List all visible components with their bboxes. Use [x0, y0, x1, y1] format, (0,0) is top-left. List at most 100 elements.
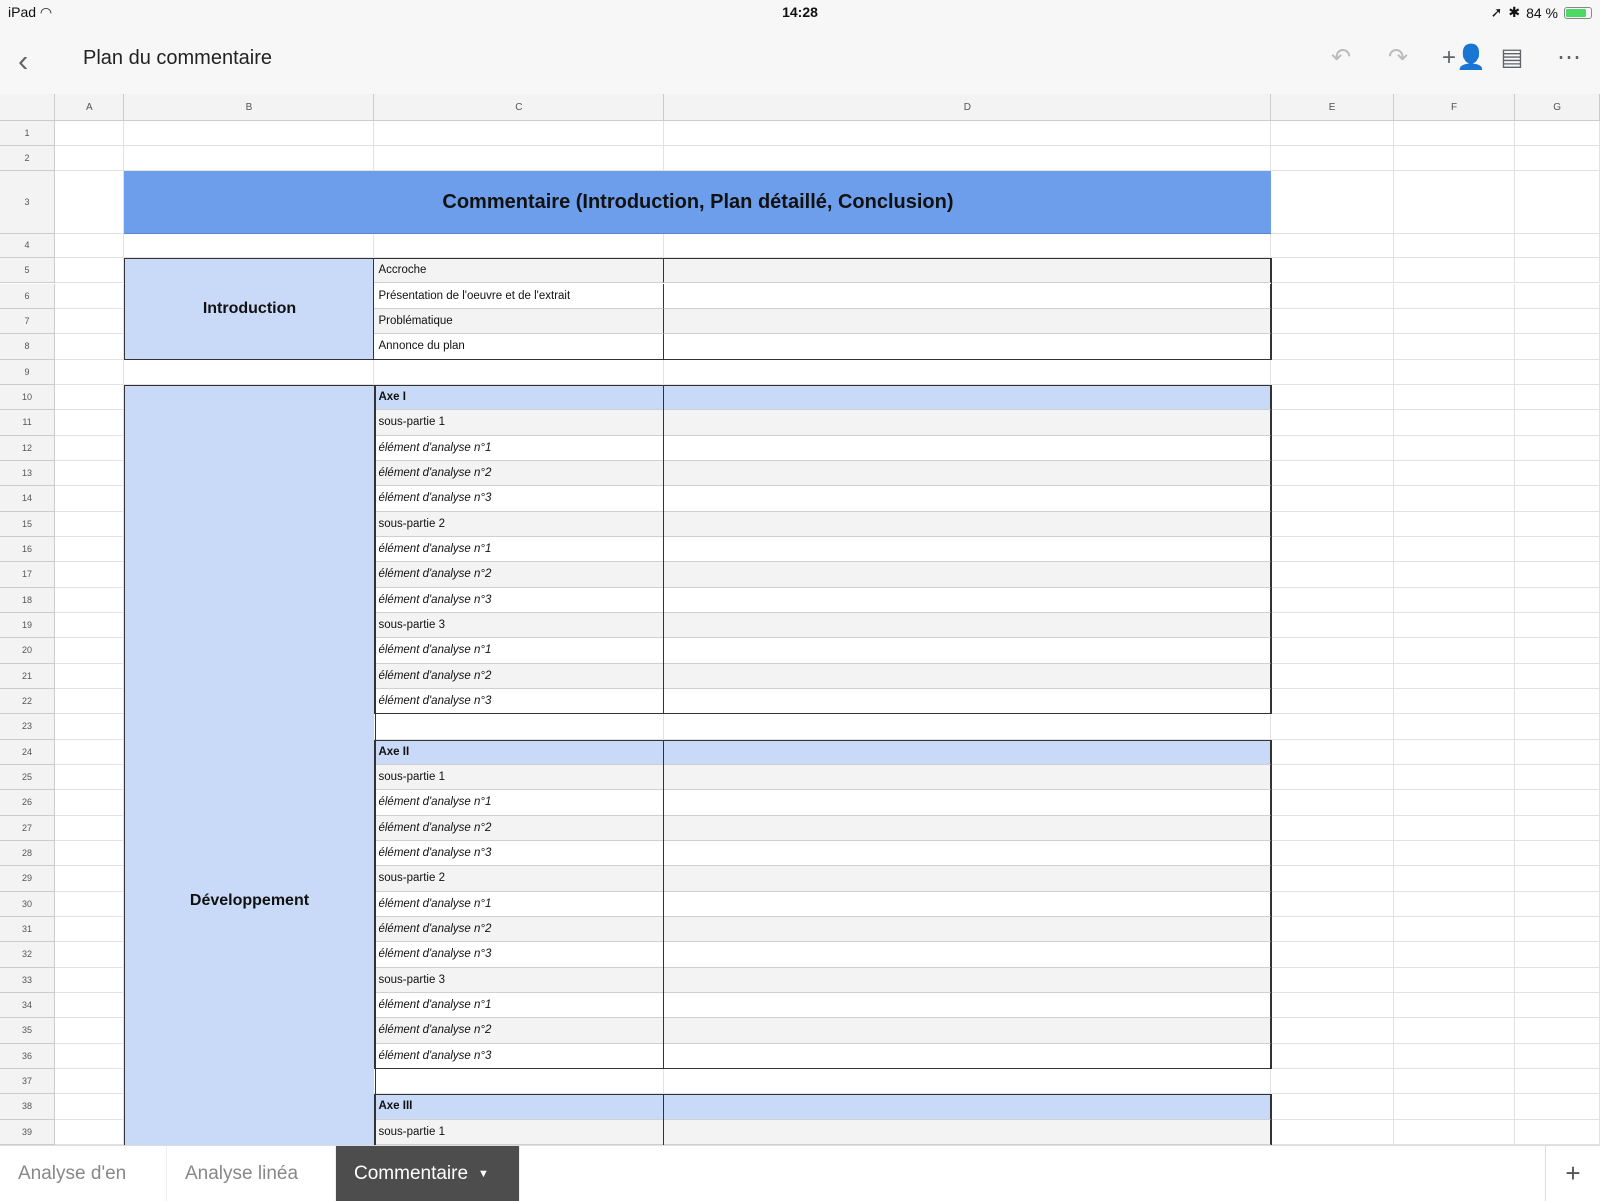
cell-e33[interactable]	[1271, 967, 1394, 993]
cell-f4[interactable]	[1393, 233, 1516, 259]
cell-g14[interactable]	[1515, 486, 1600, 512]
cell-c39[interactable]: sous-partie 1	[374, 1119, 665, 1145]
cell-e23[interactable]	[1271, 714, 1394, 740]
cell-g11[interactable]	[1515, 410, 1600, 436]
cell-a6[interactable]	[55, 283, 125, 309]
cell-a10[interactable]	[55, 384, 125, 411]
cell-d29[interactable]	[664, 866, 1272, 892]
cell-f29[interactable]	[1393, 866, 1516, 892]
cell-a4[interactable]	[55, 233, 125, 259]
document-title[interactable]: Plan du commentaire	[83, 47, 272, 70]
comment-icon[interactable]: ▤	[1499, 43, 1525, 72]
cell-g27[interactable]	[1515, 815, 1600, 841]
cell-c26[interactable]: élément d'analyse n°1	[374, 790, 665, 816]
cell-g8[interactable]	[1515, 334, 1600, 360]
row-header-18[interactable]: 18	[0, 587, 56, 613]
cell-a13[interactable]	[55, 460, 125, 487]
cell-e19[interactable]	[1271, 612, 1394, 639]
cell-c33[interactable]: sous-partie 3	[374, 967, 665, 993]
cell-c37[interactable]	[374, 1068, 665, 1095]
cell-g6[interactable]	[1515, 283, 1600, 309]
cell-f7[interactable]	[1393, 308, 1516, 335]
cell-c23[interactable]	[374, 714, 665, 740]
cell-d23[interactable]	[664, 714, 1272, 740]
cell-a23[interactable]	[55, 714, 125, 740]
cell-c15[interactable]: sous-partie 2	[374, 511, 665, 537]
cell-e22[interactable]	[1271, 688, 1394, 715]
cell-d21[interactable]	[664, 663, 1272, 689]
row-header-2[interactable]: 2	[0, 145, 56, 172]
cell-g23[interactable]	[1515, 714, 1600, 740]
row-header-8[interactable]: 8	[0, 334, 56, 360]
cell-a33[interactable]	[55, 967, 125, 993]
cell-g35[interactable]	[1515, 1018, 1600, 1044]
cell-a36[interactable]	[55, 1043, 125, 1069]
cell-d39[interactable]	[664, 1119, 1272, 1145]
row-header-12[interactable]: 12	[0, 435, 56, 461]
row-header-29[interactable]: 29	[0, 866, 56, 892]
column-header-d[interactable]: D	[664, 93, 1272, 122]
cell-f8[interactable]	[1393, 334, 1516, 360]
cell-d5[interactable]	[664, 258, 1272, 284]
cell-d18[interactable]	[664, 587, 1272, 613]
cell-g31[interactable]	[1515, 916, 1600, 943]
cell-c4[interactable]	[374, 233, 665, 259]
cell-e15[interactable]	[1271, 511, 1394, 537]
cell-a5[interactable]	[55, 258, 125, 284]
cell-a39[interactable]	[55, 1119, 125, 1145]
cell-g7[interactable]	[1515, 308, 1600, 335]
column-header-f[interactable]: F	[1393, 93, 1516, 122]
cell-g26[interactable]	[1515, 790, 1600, 816]
cell-a30[interactable]	[55, 891, 125, 917]
cell-g19[interactable]	[1515, 612, 1600, 639]
dropdown-arrow-icon[interactable]: ▼	[478, 1168, 489, 1180]
cell-c30[interactable]: élément d'analyse n°1	[374, 891, 665, 917]
cell-c22[interactable]: élément d'analyse n°3	[374, 688, 665, 715]
cell-b9[interactable]	[124, 359, 375, 385]
cell-g34[interactable]	[1515, 992, 1600, 1019]
cell-e2[interactable]	[1271, 145, 1394, 172]
cell-c5[interactable]: Accroche	[374, 258, 665, 284]
cell-f37[interactable]	[1393, 1068, 1516, 1095]
row-header-36[interactable]: 36	[0, 1043, 56, 1069]
cell-f30[interactable]	[1393, 891, 1516, 917]
row-header-30[interactable]: 30	[0, 891, 56, 917]
cell-e36[interactable]	[1271, 1043, 1394, 1069]
cell-g15[interactable]	[1515, 511, 1600, 537]
cell-g24[interactable]	[1515, 739, 1600, 765]
cell-c6[interactable]: Présentation de l'oeuvre et de l'extrait	[374, 283, 665, 309]
cell-f17[interactable]	[1393, 562, 1516, 588]
cell-a32[interactable]	[55, 942, 125, 968]
cell-c27[interactable]: élément d'analyse n°2	[374, 815, 665, 841]
cell-f25[interactable]	[1393, 764, 1516, 791]
row-header-39[interactable]: 39	[0, 1119, 56, 1145]
cell-c19[interactable]: sous-partie 3	[374, 612, 665, 639]
cell-g16[interactable]	[1515, 536, 1600, 563]
row-header-13[interactable]: 13	[0, 460, 56, 487]
cell-b2[interactable]	[124, 145, 375, 172]
cell-d28[interactable]	[664, 840, 1272, 867]
cell-f11[interactable]	[1393, 410, 1516, 436]
cell-d11[interactable]	[664, 410, 1272, 436]
introduction-cell[interactable]: Introduction	[124, 258, 375, 360]
cell-a26[interactable]	[55, 790, 125, 816]
cell-a19[interactable]	[55, 612, 125, 639]
cell-c21[interactable]: élément d'analyse n°2	[374, 663, 665, 689]
add-person-icon[interactable]: +👤	[1442, 43, 1486, 72]
row-header-21[interactable]: 21	[0, 663, 56, 689]
row-header-5[interactable]: 5	[0, 258, 56, 284]
cell-d2[interactable]	[664, 145, 1272, 172]
row-header-31[interactable]: 31	[0, 916, 56, 943]
cell-c20[interactable]: élément d'analyse n°1	[374, 638, 665, 664]
cell-e24[interactable]	[1271, 739, 1394, 765]
cell-a28[interactable]	[55, 840, 125, 867]
cell-e20[interactable]	[1271, 638, 1394, 664]
cell-c7[interactable]: Problématique	[374, 308, 665, 335]
row-header-15[interactable]: 15	[0, 511, 56, 537]
cell-d13[interactable]	[664, 460, 1272, 487]
cell-f22[interactable]	[1393, 688, 1516, 715]
sheet-tab-analyse-ensemble[interactable]: Analyse d'en	[0, 1146, 167, 1201]
cell-f18[interactable]	[1393, 587, 1516, 613]
cell-e7[interactable]	[1271, 308, 1394, 335]
column-header-b[interactable]: B	[124, 93, 375, 122]
